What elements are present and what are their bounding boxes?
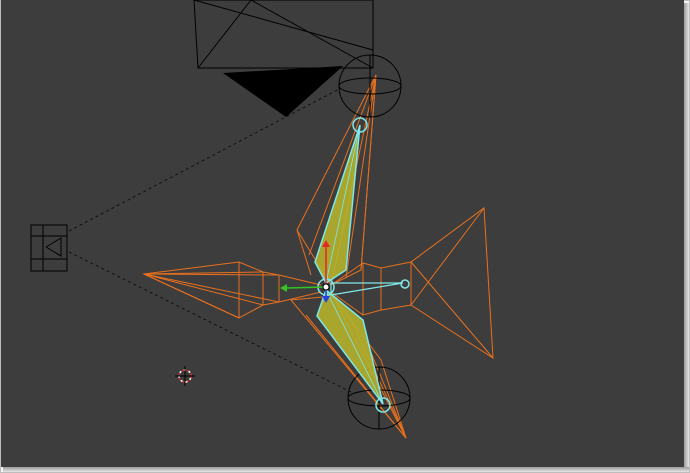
bone-horizontal[interactable] bbox=[330, 282, 404, 296]
frame-shadow-bottom bbox=[3, 467, 689, 472]
camera-icon[interactable] bbox=[30, 224, 68, 272]
3d-viewport[interactable] bbox=[1, 0, 684, 467]
3d-cursor-icon[interactable] bbox=[175, 366, 195, 386]
frame-shadow-right bbox=[684, 3, 689, 469]
bone-upper[interactable] bbox=[314, 124, 361, 285]
scene-canvas[interactable] bbox=[1, 0, 684, 467]
joint-sphere-top[interactable] bbox=[338, 54, 402, 118]
relationship-lines bbox=[68, 87, 352, 393]
lamp-icon[interactable] bbox=[193, 0, 374, 69]
lamp-shadow-shape bbox=[223, 66, 343, 117]
